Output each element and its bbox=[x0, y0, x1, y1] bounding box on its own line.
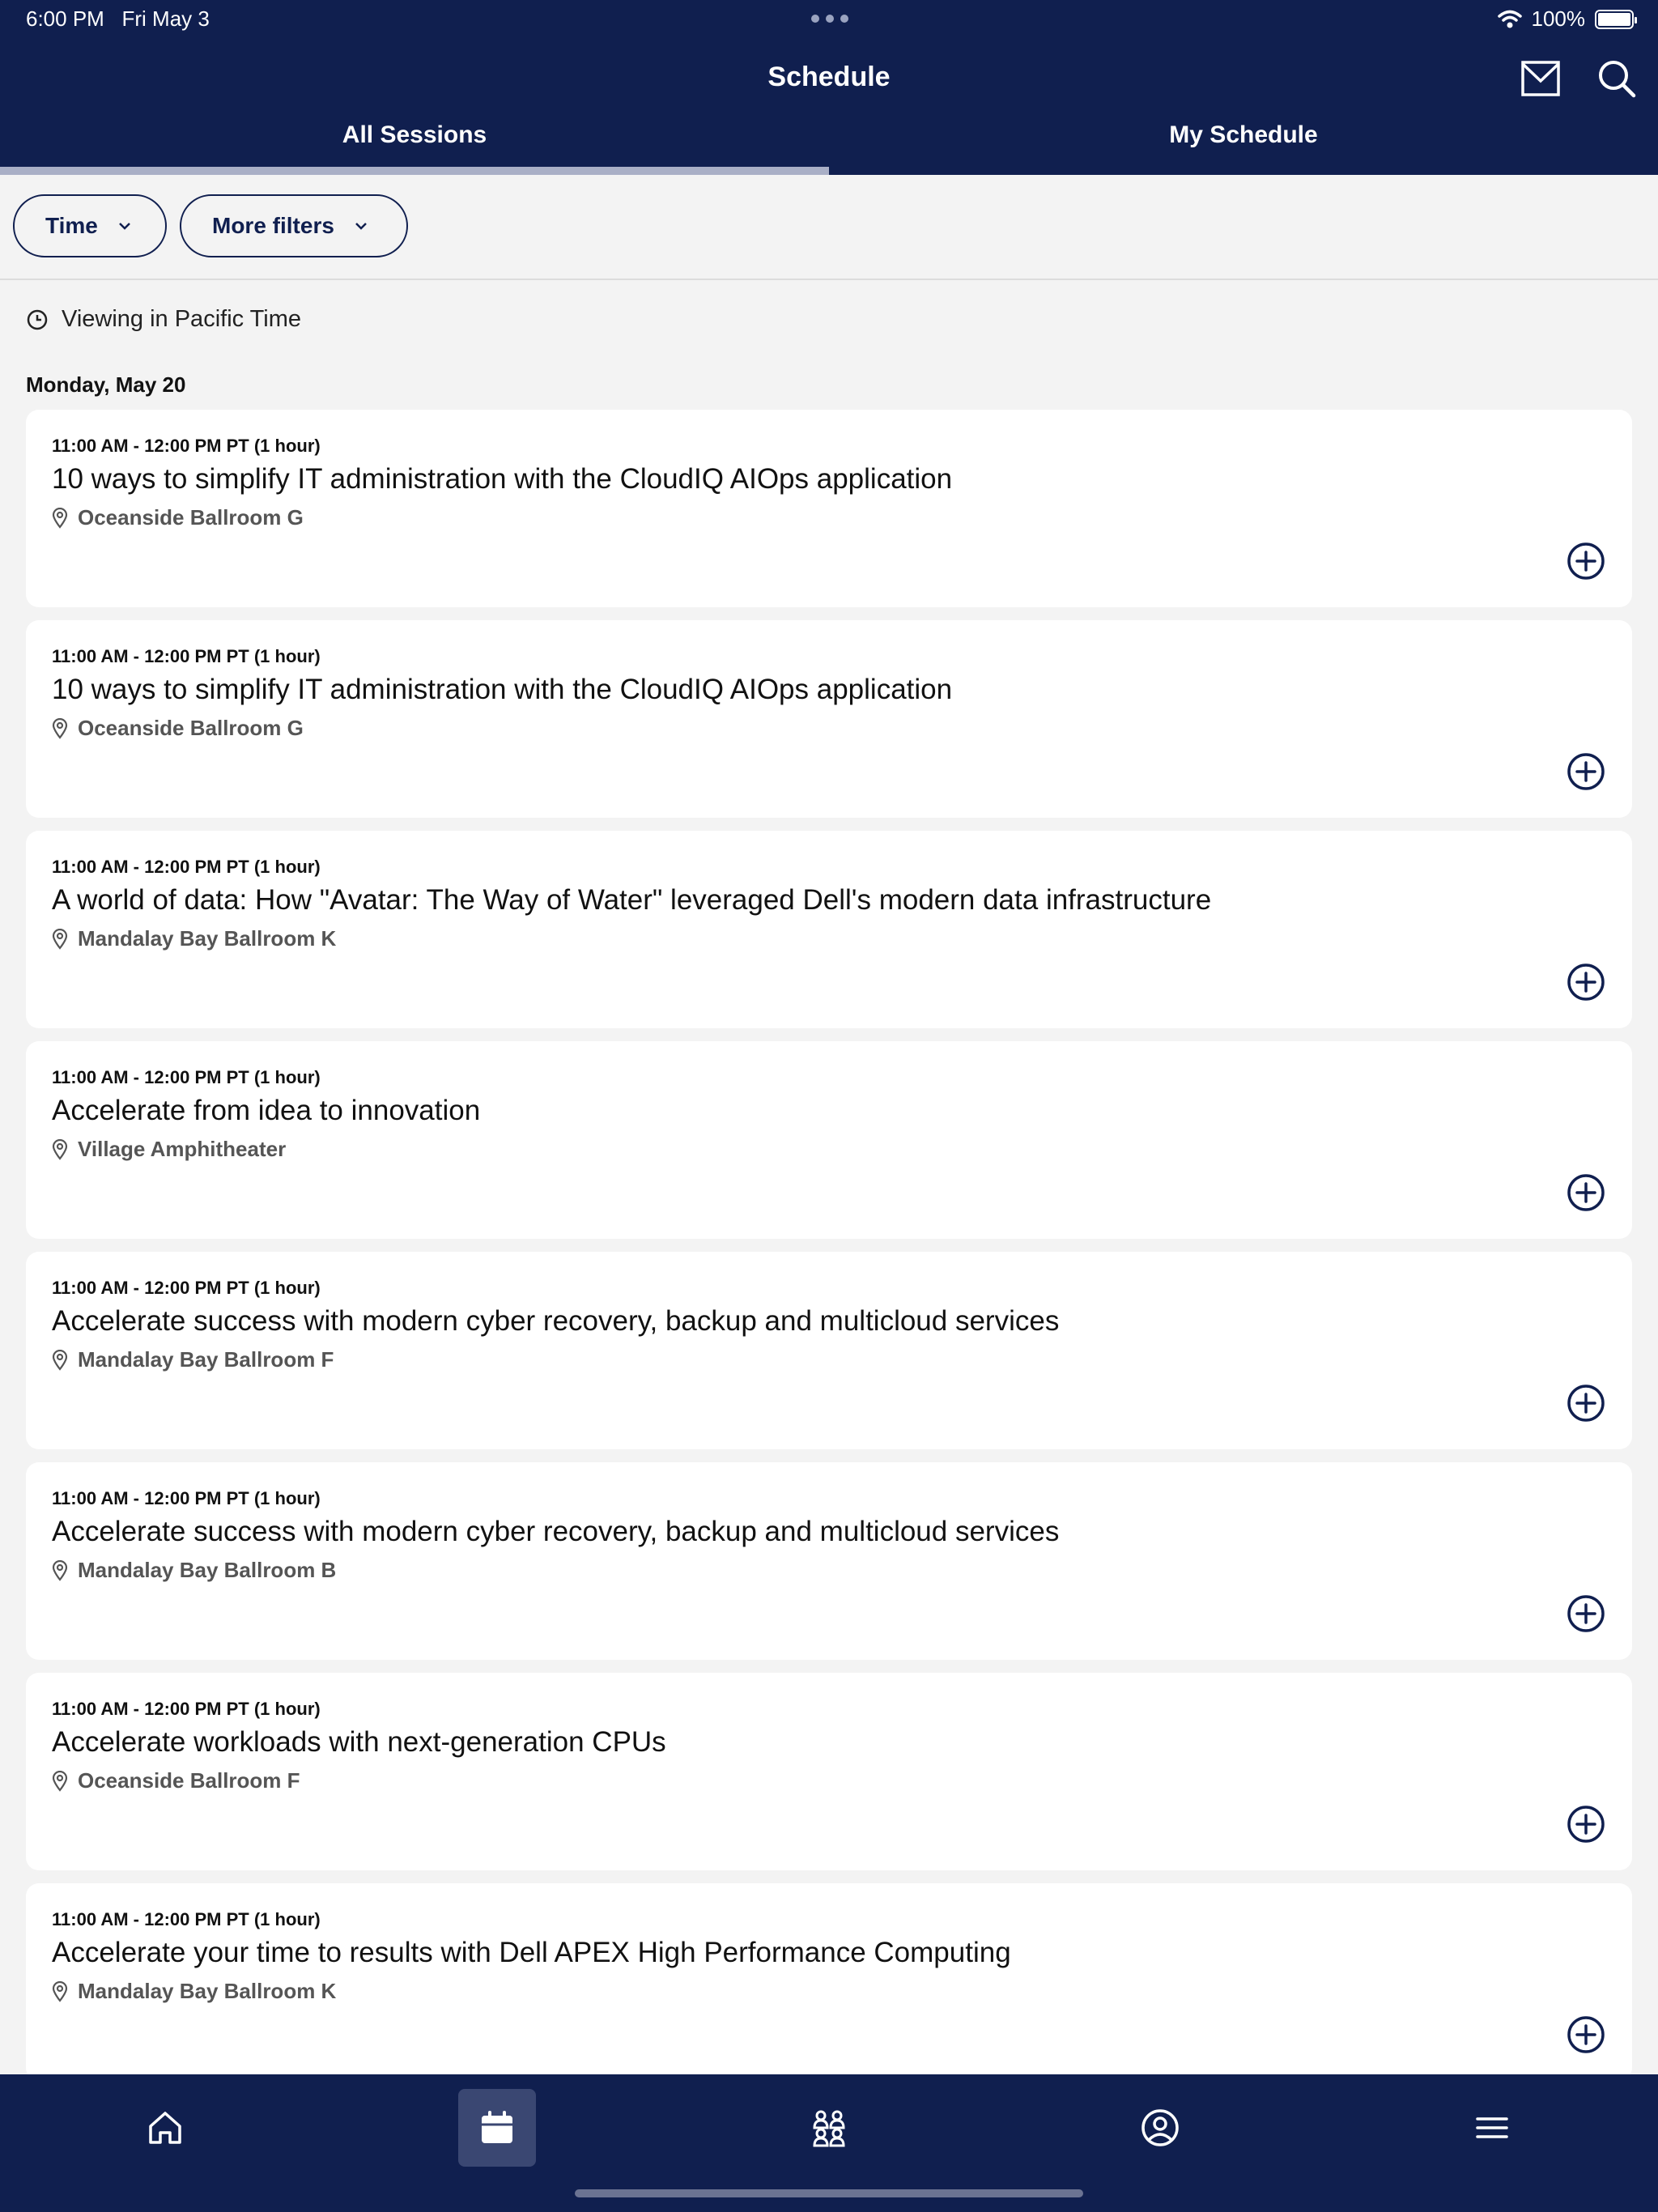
session-time: 11:00 AM - 12:00 PM PT (1 hour) bbox=[52, 1067, 321, 1087]
location-pin-icon bbox=[52, 928, 68, 950]
time-filter-label: Time bbox=[45, 213, 98, 238]
home-indicator[interactable] bbox=[575, 2189, 1083, 2197]
add-to-schedule-icon[interactable] bbox=[1566, 1383, 1606, 1423]
tab-home[interactable] bbox=[126, 2089, 204, 2167]
battery-percent: 100% bbox=[1531, 6, 1586, 31]
session-card[interactable]: 11:00 AM - 12:00 PM PT (1 hour) Accelera… bbox=[26, 1252, 1632, 1449]
more-filters-button[interactable]: More filters bbox=[180, 194, 408, 257]
session-location: Oceanside Ballroom G bbox=[52, 505, 304, 530]
battery-icon bbox=[1595, 9, 1637, 29]
session-time: 11:00 AM - 12:00 PM PT (1 hour) bbox=[52, 1488, 321, 1508]
active-tab-indicator bbox=[0, 167, 829, 175]
location-pin-icon bbox=[52, 507, 68, 529]
chevron-down-icon bbox=[118, 223, 130, 230]
session-card[interactable]: 11:00 AM - 12:00 PM PT (1 hour) Accelera… bbox=[26, 1462, 1632, 1660]
location-pin-icon bbox=[52, 717, 68, 739]
location-pin-icon bbox=[52, 1559, 68, 1581]
timezone-label: Viewing in Pacific Time bbox=[62, 306, 302, 332]
tab-menu[interactable] bbox=[1453, 2089, 1531, 2167]
session-location: Oceanside Ballroom F bbox=[52, 1768, 300, 1793]
time-filter-button[interactable]: Time bbox=[13, 194, 167, 257]
status-indicators: 100% bbox=[1497, 6, 1637, 32]
multitasking-dots-icon[interactable] bbox=[811, 15, 848, 23]
status-date: Fri May 3 bbox=[121, 6, 210, 31]
session-location: Mandalay Bay Ballroom B bbox=[52, 1558, 336, 1583]
session-location-label: Oceanside Ballroom F bbox=[78, 1768, 300, 1793]
page-title: Schedule bbox=[767, 62, 891, 92]
add-to-schedule-icon[interactable] bbox=[1566, 541, 1606, 581]
filter-bar: Time More filters bbox=[0, 175, 1658, 280]
session-list: 11:00 AM - 12:00 PM PT (1 hour) 10 ways … bbox=[26, 410, 1632, 2094]
session-time: 11:00 AM - 12:00 PM PT (1 hour) bbox=[52, 1909, 321, 1929]
session-card[interactable]: 11:00 AM - 12:00 PM PT (1 hour) Accelera… bbox=[26, 1041, 1632, 1239]
add-to-schedule-icon[interactable] bbox=[1566, 1172, 1606, 1213]
add-to-schedule-icon[interactable] bbox=[1566, 751, 1606, 792]
session-card[interactable]: 11:00 AM - 12:00 PM PT (1 hour) Accelera… bbox=[26, 1673, 1632, 1870]
session-location: Village Amphitheater bbox=[52, 1137, 286, 1162]
status-clock: 6:00 PM bbox=[26, 6, 104, 31]
menu-icon bbox=[1476, 2117, 1508, 2138]
session-location: Mandalay Bay Ballroom K bbox=[52, 926, 336, 951]
session-location: Mandalay Bay Ballroom K bbox=[52, 1979, 336, 2004]
session-location-label: Oceanside Ballroom G bbox=[78, 716, 304, 740]
location-pin-icon bbox=[52, 1770, 68, 1792]
session-time: 11:00 AM - 12:00 PM PT (1 hour) bbox=[52, 1699, 321, 1719]
session-title[interactable]: Accelerate your time to results with Del… bbox=[52, 1937, 1011, 1969]
day-heading: Monday, May 20 bbox=[26, 372, 186, 397]
people-icon bbox=[813, 2110, 845, 2147]
session-location: Mandalay Bay Ballroom F bbox=[52, 1347, 334, 1372]
session-card[interactable]: 11:00 AM - 12:00 PM PT (1 hour) A world … bbox=[26, 831, 1632, 1028]
tab-my-schedule[interactable]: My Schedule bbox=[829, 121, 1658, 149]
session-title[interactable]: Accelerate workloads with next-generatio… bbox=[52, 1726, 666, 1759]
profile-icon bbox=[1141, 2109, 1179, 2146]
calendar-icon bbox=[482, 2111, 512, 2143]
session-title[interactable]: A world of data: How "Avatar: The Way of… bbox=[52, 884, 1211, 917]
location-pin-icon bbox=[52, 1138, 68, 1160]
clock-icon bbox=[27, 309, 48, 330]
session-title[interactable]: Accelerate success with modern cyber rec… bbox=[52, 1516, 1059, 1548]
tab-all-sessions[interactable]: All Sessions bbox=[0, 121, 829, 149]
session-time: 11:00 AM - 12:00 PM PT (1 hour) bbox=[52, 857, 321, 877]
add-to-schedule-icon[interactable] bbox=[1566, 1804, 1606, 1844]
top-bar: 6:00 PM Fri May 3 100% Schedule All Sess… bbox=[0, 0, 1658, 175]
session-location-label: Mandalay Bay Ballroom B bbox=[78, 1558, 337, 1582]
tab-attendees[interactable] bbox=[790, 2089, 868, 2167]
session-title[interactable]: Accelerate from idea to innovation bbox=[52, 1095, 480, 1127]
session-location-label: Mandalay Bay Ballroom F bbox=[78, 1347, 334, 1372]
more-filters-label: More filters bbox=[212, 213, 334, 238]
tab-profile[interactable] bbox=[1121, 2089, 1199, 2167]
location-pin-icon bbox=[52, 1349, 68, 1371]
home-icon bbox=[149, 2112, 181, 2144]
tab-schedule[interactable] bbox=[458, 2089, 536, 2167]
chevron-down-icon bbox=[355, 223, 367, 230]
session-location-label: Mandalay Bay Ballroom K bbox=[78, 1979, 337, 2003]
session-location-label: Mandalay Bay Ballroom K bbox=[78, 926, 337, 951]
session-time: 11:00 AM - 12:00 PM PT (1 hour) bbox=[52, 646, 321, 666]
mail-icon[interactable] bbox=[1520, 60, 1561, 97]
session-location-label: Village Amphitheater bbox=[78, 1137, 287, 1161]
session-time: 11:00 AM - 12:00 PM PT (1 hour) bbox=[52, 436, 321, 456]
bottom-tab-bar bbox=[0, 2074, 1658, 2212]
timezone-note: Viewing in Pacific Time bbox=[26, 306, 301, 333]
add-to-schedule-icon[interactable] bbox=[1566, 962, 1606, 1002]
session-title[interactable]: Accelerate success with modern cyber rec… bbox=[52, 1305, 1059, 1338]
session-card[interactable]: 11:00 AM - 12:00 PM PT (1 hour) 10 ways … bbox=[26, 410, 1632, 607]
session-card[interactable]: 11:00 AM - 12:00 PM PT (1 hour) 10 ways … bbox=[26, 620, 1632, 818]
location-pin-icon bbox=[52, 1980, 68, 2002]
add-to-schedule-icon[interactable] bbox=[1566, 1593, 1606, 1634]
wifi-icon bbox=[1497, 10, 1522, 28]
session-location-label: Oceanside Ballroom G bbox=[78, 505, 304, 530]
add-to-schedule-icon[interactable] bbox=[1566, 2014, 1606, 2055]
search-icon[interactable] bbox=[1596, 58, 1637, 99]
session-title[interactable]: 10 ways to simplify IT administration wi… bbox=[52, 674, 952, 706]
status-time: 6:00 PM Fri May 3 bbox=[26, 6, 210, 32]
session-location: Oceanside Ballroom G bbox=[52, 716, 304, 741]
session-time: 11:00 AM - 12:00 PM PT (1 hour) bbox=[52, 1278, 321, 1298]
session-title[interactable]: 10 ways to simplify IT administration wi… bbox=[52, 463, 952, 496]
session-card[interactable]: 11:00 AM - 12:00 PM PT (1 hour) Accelera… bbox=[26, 1883, 1632, 2081]
